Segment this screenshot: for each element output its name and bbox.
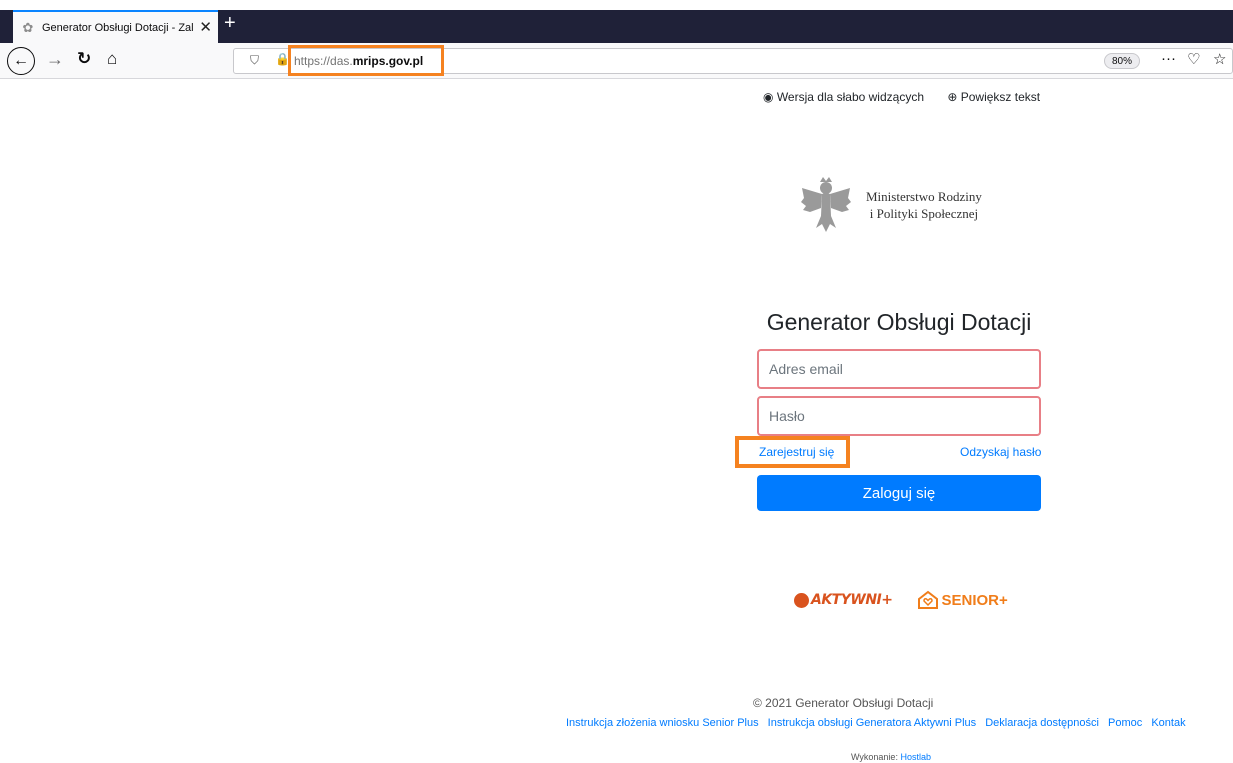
aktywni-plus-logo[interactable]: AKTYWNI+ <box>794 592 893 608</box>
made-by-link[interactable]: Hostlab <box>900 752 931 762</box>
email-field[interactable]: Adres email <box>757 349 1041 389</box>
low-vision-link[interactable]: ◉ Wersja dla słabo widzących <box>763 90 934 104</box>
navigation-toolbar: ← → ↻ ⌂ ⛉ 🔒 https://das.mrips.gov.pl <box>0 43 1233 79</box>
new-tab-button[interactable]: + <box>224 12 236 35</box>
footer-link-aktywni-instructions[interactable]: Instrukcja obsługi Generatora Aktywni Pl… <box>768 717 977 729</box>
back-button[interactable]: ← <box>7 47 35 75</box>
home-button[interactable]: ⌂ <box>107 49 117 69</box>
recover-password-link[interactable]: Odzyskaj hasło <box>960 445 1041 459</box>
url-highlight-box <box>288 45 444 76</box>
shield-icon[interactable]: ⛉ <box>250 53 259 68</box>
eagle-emblem-icon <box>801 177 851 232</box>
browser-tab[interactable]: ✿ Generator Obsługi Dotacji - Zal ✕ <box>13 10 218 43</box>
copyright-text: © 2021 Generator Obsługi Dotacji <box>753 696 934 710</box>
footer-links: Instrukcja złożenia wniosku Senior Plus … <box>566 717 1192 729</box>
password-field[interactable]: Hasło <box>757 396 1041 436</box>
page-title: Generator Obsługi Dotacji <box>766 309 1032 335</box>
page-content: ◉ Wersja dla słabo widzących ⊕ Powiększ … <box>0 80 1233 763</box>
reload-button[interactable]: ↻ <box>77 49 91 69</box>
footer-link-senior-instructions[interactable]: Instrukcja złożenia wniosku Senior Plus <box>566 717 759 729</box>
zoom-level-badge[interactable]: 80% <box>1104 53 1140 69</box>
house-heart-icon <box>918 590 939 609</box>
forward-button[interactable]: → <box>46 49 64 70</box>
close-tab-icon[interactable]: ✕ <box>199 18 212 36</box>
footer-link-accessibility[interactable]: Deklaracja dostępności <box>985 717 1099 729</box>
register-highlight-box <box>735 436 850 468</box>
partner-logos: AKTYWNI+ SENIOR+ <box>794 590 1008 610</box>
made-by: Wykonanie: Hostlab <box>851 752 931 762</box>
tab-title: Generator Obsługi Dotacji - Zal <box>42 21 194 34</box>
bookmark-star-icon[interactable]: ☆ <box>1213 50 1226 68</box>
tab-bar: ✿ Generator Obsługi Dotacji - Zal ✕ + <box>0 10 1233 43</box>
page-actions-icon[interactable]: ··· <box>1161 50 1176 67</box>
footer-link-contact[interactable]: Kontak <box>1151 717 1185 729</box>
senior-plus-logo[interactable]: SENIOR+ <box>917 590 1008 610</box>
aktywni-icon <box>794 592 809 608</box>
ministry-name: Ministerstwo Rodziny i Polityki Społeczn… <box>866 189 982 221</box>
login-button[interactable]: Zaloguj się <box>757 475 1041 511</box>
enlarge-text-link[interactable]: ⊕ Powiększ tekst <box>947 90 1050 104</box>
accessibility-bar: ◉ Wersja dla słabo widzących ⊕ Powiększ … <box>763 90 1060 104</box>
footer-link-help[interactable]: Pomoc <box>1108 717 1142 729</box>
eagle-favicon-icon: ✿ <box>22 19 34 35</box>
ministry-logo: Ministerstwo Rodziny i Polityki Społeczn… <box>800 176 982 234</box>
pocket-icon[interactable]: ♡ <box>1187 50 1200 68</box>
